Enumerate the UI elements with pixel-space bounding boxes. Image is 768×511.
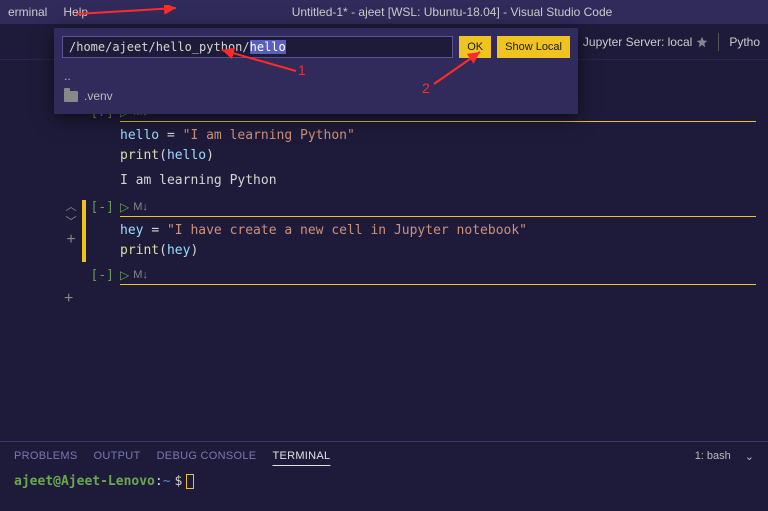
cell[interactable]: ︿ ﹀ + [-] ▷ M↓ hey = "I have create a ne… — [0, 197, 768, 265]
parent-dir-label: .. — [64, 69, 71, 83]
parent-dir-item[interactable]: .. — [62, 66, 570, 86]
code-content[interactable]: hey = "I have create a new cell in Jupyt… — [120, 219, 756, 262]
notebook-editor: [7] ▷ M↓ hello = "I am learning Python" … — [0, 60, 768, 441]
chevron-down-icon[interactable]: ⌄ — [745, 450, 754, 463]
path-selection: hello — [250, 40, 286, 54]
path-input[interactable]: /home/ajeet/hello_python/hello — [62, 36, 453, 58]
connect-icon — [696, 36, 708, 48]
bottom-panel: PROBLEMS OUTPUT DEBUG CONSOLE TERMINAL 1… — [0, 441, 768, 511]
tab-terminal[interactable]: TERMINAL — [272, 450, 330, 462]
show-local-button[interactable]: Show Local — [497, 36, 570, 58]
folder-label: .venv — [84, 89, 113, 103]
cell-output: I am learning Python — [120, 167, 756, 194]
move-cell-up[interactable]: ︿ — [66, 202, 77, 213]
folder-item[interactable]: .venv — [62, 86, 570, 106]
terminal-host: Ajeet-Lenovo — [61, 474, 155, 489]
jupyter-server-label: Jupyter Server: local — [583, 35, 692, 49]
terminal-cursor-icon — [186, 474, 194, 489]
markdown-toggle[interactable]: M↓ — [133, 269, 148, 281]
code-content[interactable]: hello = "I am learning Python" print(hel… — [120, 124, 756, 167]
menu-help[interactable]: Help — [55, 5, 96, 19]
cell[interactable]: [-] ▷ M↓ — [0, 265, 768, 290]
exec-count: [-] — [86, 268, 120, 283]
add-cell-button[interactable]: + — [64, 290, 73, 308]
tab-output[interactable]: OUTPUT — [94, 450, 141, 462]
terminal-path: ~ — [163, 474, 171, 489]
move-cell-down[interactable]: ﹀ — [66, 217, 77, 228]
add-cell-button[interactable]: + — [66, 232, 75, 248]
save-dialog[interactable]: /home/ajeet/hello_python/hello OK Show L… — [54, 28, 578, 114]
menu-terminal[interactable]: erminal — [0, 5, 55, 19]
window-title: Untitled-1* - ajeet [WSL: Ubuntu-18.04] … — [96, 5, 768, 19]
annotation-label-2: 2 — [422, 80, 430, 96]
toolbar-divider — [718, 33, 719, 51]
ok-button[interactable]: OK — [459, 36, 491, 58]
tab-debug-console[interactable]: DEBUG CONSOLE — [157, 450, 257, 462]
annotation-label-1: 1 — [298, 62, 306, 78]
jupyter-server-status[interactable]: Jupyter Server: local — [583, 35, 708, 49]
terminal-user: ajeet — [14, 474, 53, 489]
exec-count: [-] — [86, 200, 120, 215]
path-prefix: /home/ajeet/hello_python/ — [69, 40, 250, 54]
kernel-label[interactable]: Pytho — [729, 35, 760, 49]
cell[interactable]: [7] ▷ M↓ hello = "I am learning Python" … — [0, 102, 768, 197]
tab-problems[interactable]: PROBLEMS — [14, 450, 78, 462]
titlebar: erminal Help Untitled-1* - ajeet [WSL: U… — [0, 0, 768, 24]
folder-icon — [64, 91, 78, 102]
terminal-body[interactable]: ajeet@Ajeet-Lenovo:~$ — [0, 470, 768, 493]
run-cell-button[interactable]: ▷ — [120, 268, 129, 282]
terminal-selector[interactable]: 1: bash — [695, 450, 731, 462]
run-cell-button[interactable]: ▷ — [120, 200, 129, 214]
markdown-toggle[interactable]: M↓ — [133, 201, 148, 213]
terminal-prompt: $ — [175, 474, 183, 489]
